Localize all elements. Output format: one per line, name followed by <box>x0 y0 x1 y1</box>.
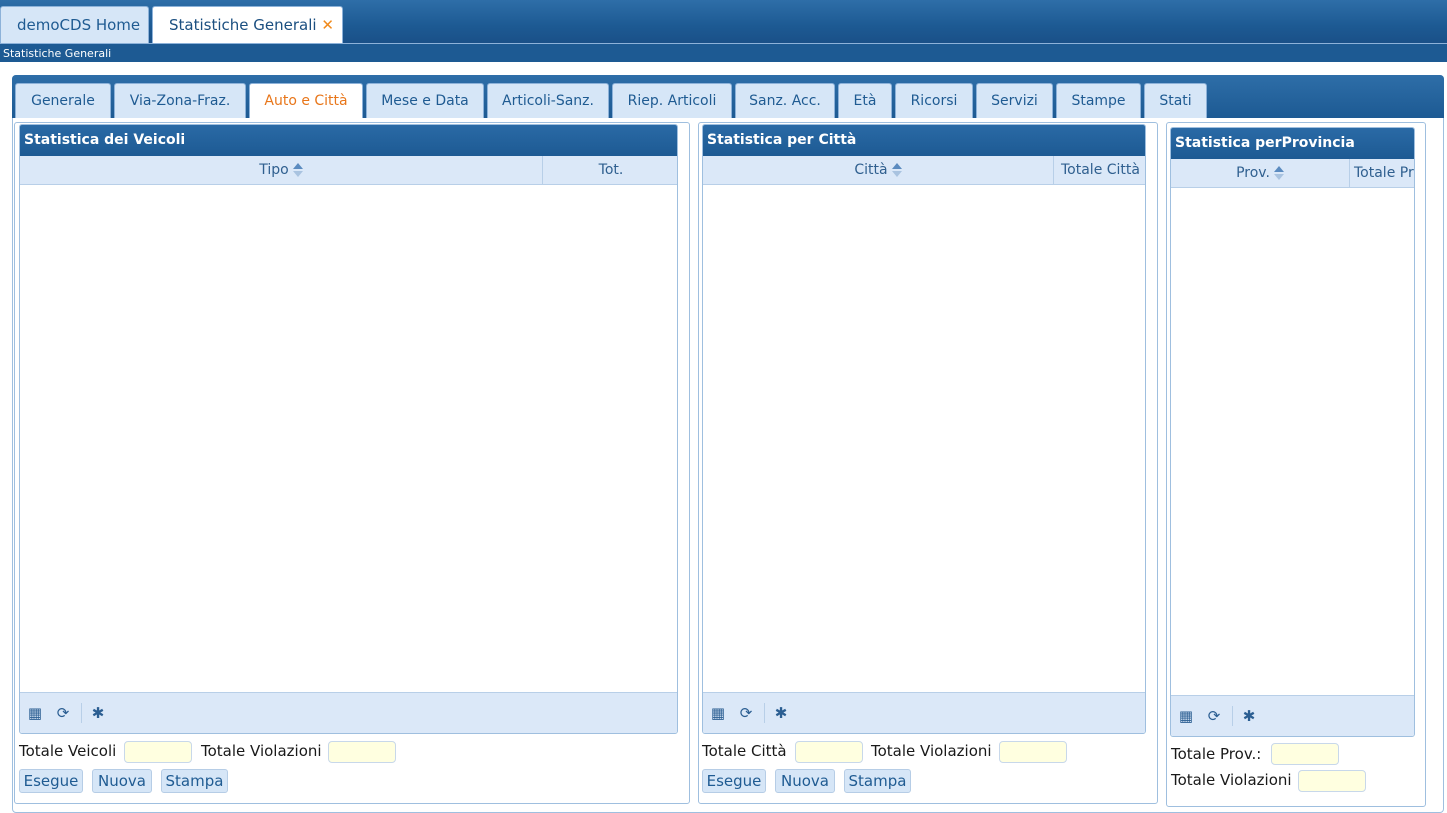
totale-violazioni-label: Totale Violazioni <box>201 742 322 760</box>
tab-via-zona-fraz[interactable]: Via-Zona-Fraz. <box>114 83 246 118</box>
refresh-icon[interactable]: ⟳ <box>738 705 754 721</box>
provincia-grid: Statistica perProvincia Prov. Totale Pr … <box>1170 127 1415 737</box>
totale-prov-label: Totale Prov.: <box>1171 745 1262 763</box>
tab-label: Sanz. Acc. <box>749 93 821 109</box>
column-totale-citta[interactable]: Totale Città <box>1053 156 1145 185</box>
tab-stati[interactable]: Stati <box>1144 83 1207 118</box>
column-label: Totale Città <box>1061 162 1140 178</box>
tab-generale[interactable]: Generale <box>15 83 111 118</box>
tab-label: Articoli-Sanz. <box>502 93 594 109</box>
citta-grid: Statistica per Città Città Totale Città … <box>702 124 1146 734</box>
totale-veicoli-label: Totale Veicoli <box>19 742 117 760</box>
tab-ricorsi[interactable]: Ricorsi <box>895 83 973 118</box>
tab-democds-home[interactable]: demoCDS Home <box>0 6 149 43</box>
tab-label: Generale <box>31 93 95 109</box>
tab-label: Stampe <box>1071 93 1126 109</box>
tab-label: Auto e Città <box>264 93 348 109</box>
column-label: Tipo <box>259 162 289 178</box>
grid-title: Statistica perProvincia <box>1171 128 1414 159</box>
column-label: Città <box>854 162 888 178</box>
grid-header: Prov. Totale Pr <box>1171 159 1414 188</box>
tab-eta[interactable]: Età <box>838 83 892 118</box>
grid-title: Statistica dei Veicoli <box>20 125 677 156</box>
totale-citta-field[interactable] <box>795 741 863 763</box>
grid-title: Statistica per Città <box>703 125 1145 156</box>
toolbar-divider <box>81 703 82 723</box>
stampa-button[interactable]: Stampa <box>844 769 911 793</box>
nuova-button[interactable]: Nuova <box>775 769 835 793</box>
column-label: Prov. <box>1236 165 1270 181</box>
nuova-button[interactable]: Nuova <box>92 769 152 793</box>
export-icon[interactable]: ▦ <box>710 705 726 721</box>
column-label: Tot. <box>598 162 624 178</box>
sort-icon[interactable] <box>891 163 902 177</box>
grid-toolbar: ▦ ⟳ ✱ <box>20 692 677 733</box>
totale-violazioni-field[interactable] <box>1298 770 1366 792</box>
refresh-icon[interactable]: ⟳ <box>1206 708 1222 724</box>
grid-toolbar: ▦ ⟳ ✱ <box>1171 695 1414 736</box>
tab-mese-e-data[interactable]: Mese e Data <box>366 83 484 118</box>
tab-label: Servizi <box>991 93 1038 109</box>
totale-citta-label: Totale Città <box>702 742 787 760</box>
tab-label: Riep. Articoli <box>627 93 717 109</box>
sort-icon[interactable] <box>1273 166 1284 180</box>
grid-header: Tipo Tot. <box>20 156 677 185</box>
totale-violazioni-label: Totale Violazioni <box>871 742 992 760</box>
sort-icon[interactable] <box>292 163 303 177</box>
toolbar-divider <box>764 703 765 723</box>
totale-prov-field[interactable] <box>1271 743 1339 765</box>
tab-label: Ricorsi <box>910 93 958 109</box>
export-icon[interactable]: ▦ <box>1178 708 1194 724</box>
tab-label: Età <box>853 93 877 109</box>
inner-tab-bar: Generale Via-Zona-Fraz. Auto e Città Mes… <box>12 75 1444 118</box>
column-tot[interactable]: Tot. <box>542 156 677 185</box>
tab-label: Mese e Data <box>381 93 469 109</box>
toolbar-divider <box>1232 706 1233 726</box>
tab-label: Stati <box>1159 93 1192 109</box>
veicoli-grid: Statistica dei Veicoli Tipo Tot. ▦ ⟳ ✱ <box>19 124 678 734</box>
tab-label: demoCDS Home <box>17 16 141 34</box>
settings-icon[interactable]: ✱ <box>1241 708 1257 724</box>
app-tab-bar: demoCDS Home Statistiche Generali ✕ <box>0 0 1447 43</box>
settings-icon[interactable]: ✱ <box>773 705 789 721</box>
column-prov[interactable]: Prov. <box>1171 159 1349 188</box>
tab-servizi[interactable]: Servizi <box>976 83 1053 118</box>
tab-statistiche-generali[interactable]: Statistiche Generali ✕ <box>152 6 343 43</box>
tab-stampe[interactable]: Stampe <box>1056 83 1141 118</box>
tab-auto-e-citta[interactable]: Auto e Città <box>249 83 363 118</box>
column-label: Totale Pr <box>1354 165 1414 181</box>
column-tipo[interactable]: Tipo <box>20 156 542 185</box>
close-icon[interactable]: ✕ <box>321 7 334 43</box>
export-icon[interactable]: ▦ <box>27 705 43 721</box>
totale-violazioni-label: Totale Violazioni <box>1171 771 1292 789</box>
settings-icon[interactable]: ✱ <box>90 705 106 721</box>
totale-veicoli-field[interactable] <box>124 741 192 763</box>
tab-articoli-sanz[interactable]: Articoli-Sanz. <box>487 83 609 118</box>
totale-violazioni-field[interactable] <box>328 741 396 763</box>
stampa-button[interactable]: Stampa <box>161 769 228 793</box>
grid-toolbar: ▦ ⟳ ✱ <box>703 692 1145 733</box>
grid-header: Città Totale Città <box>703 156 1145 185</box>
column-citta[interactable]: Città <box>703 156 1053 185</box>
esegue-button[interactable]: Esegue <box>19 769 83 793</box>
tab-riep-articoli[interactable]: Riep. Articoli <box>612 83 732 118</box>
column-totale-prov[interactable]: Totale Pr <box>1349 159 1414 188</box>
tab-label: Statistiche Generali <box>169 16 317 34</box>
esegue-button[interactable]: Esegue <box>702 769 766 793</box>
totale-violazioni-field[interactable] <box>999 741 1067 763</box>
tab-sanz-acc[interactable]: Sanz. Acc. <box>735 83 835 118</box>
refresh-icon[interactable]: ⟳ <box>55 705 71 721</box>
tab-label: Via-Zona-Fraz. <box>129 93 231 109</box>
breadcrumb: Statistiche Generali <box>0 43 1447 62</box>
